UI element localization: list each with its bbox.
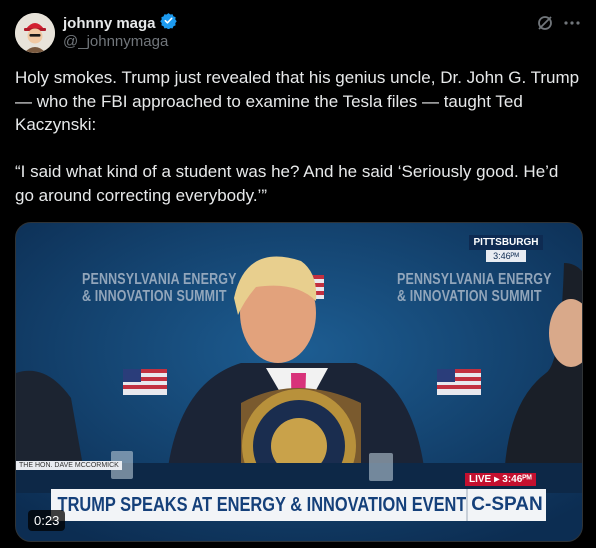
author-name[interactable]: johnny maga [63,15,156,32]
flag-icon [437,369,481,395]
backdrop-text-right: PENNSYLVANIA ENERGY & INNOVATION SUMMIT [397,271,552,305]
live-label: LIVE [469,474,492,485]
author-handle[interactable]: @_johnnymaga [63,33,168,50]
location-bug: PITTSBURGH 3:46ᴾᴹ [469,235,543,262]
live-dot-icon: ▸ [494,474,500,485]
location-time: 3:46ᴾᴹ [486,250,526,262]
grok-icon[interactable] [536,14,554,32]
flag-icon [123,369,167,395]
video-duration: 0:23 [28,510,66,531]
chyron-bar: TRUMP SPEAKS AT ENERGY & INNOVATION EVEN… [51,489,466,521]
author-name-row: johnny maga [63,12,177,34]
verified-badge-icon [159,12,177,34]
video-player[interactable]: PENNSYLVANIA ENERGY & INNOVATION SUMMIT … [15,222,583,542]
live-indicator: LIVE ▸ 3:46ᴾᴹ [465,473,536,486]
backdrop-text-left: PENNSYLVANIA ENERGY & INNOVATION SUMMIT [82,271,237,305]
nameplate: THE HON. DAVE MCCORMICK [16,461,122,470]
live-time: 3:46ᴾᴹ [502,474,532,485]
chyron-text: TRUMP SPEAKS AT ENERGY & INNOVATION EVEN… [57,493,467,516]
network-logo: C-SPAN [466,489,546,521]
location-label: PITTSBURGH [469,235,543,250]
avatar[interactable] [15,13,55,53]
more-options-icon[interactable] [562,13,582,33]
tweet-text: Holy smokes. Trump just revealed that hi… [15,68,580,205]
